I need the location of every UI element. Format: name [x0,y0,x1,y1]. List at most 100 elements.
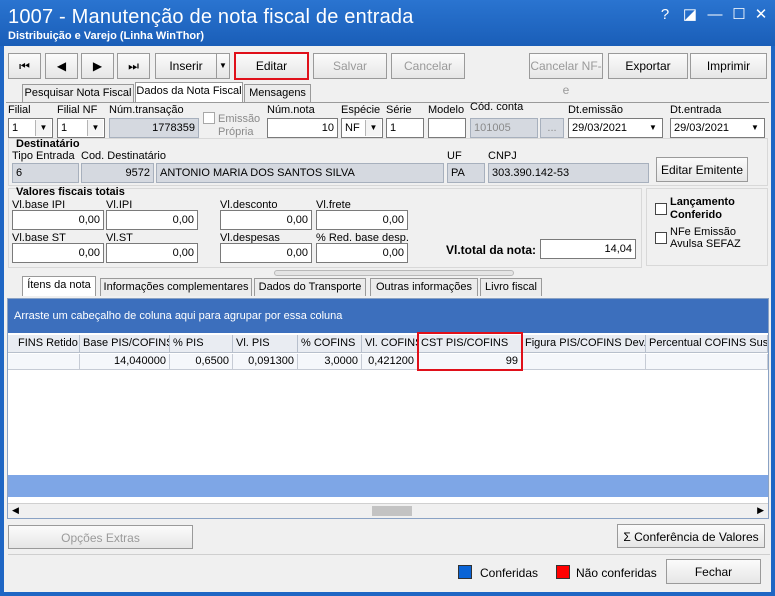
app-window: 1007 - Manutenção de nota fiscal de entr… [0,0,775,596]
tab-dados-nota[interactable]: Dados da Nota Fiscal [135,82,243,102]
cancelar-button[interactable]: Cancelar [391,53,465,79]
help-icon[interactable]: ? [655,6,675,24]
salvar-button[interactable]: Salvar [313,53,387,79]
table-cell[interactable]: 0,091300 [233,354,298,370]
num-nota-field[interactable]: 10 [267,118,338,138]
exportar-button[interactable]: Exportar [608,53,688,79]
conferencia-valores-button[interactable]: Σ Conferência de Valores [617,524,765,548]
dt-entrada-field[interactable]: 29/03/2021 ▼ [670,118,765,138]
column-header[interactable]: Base PIS/COFINS [80,335,170,353]
tab-mensagens[interactable]: Mensagens [244,84,311,102]
especie-value: NF [345,122,360,134]
red-base-desp-field[interactable]: 0,00 [316,243,408,263]
sigma-icon: Σ [623,530,635,544]
nfe-avulsa-checkbox[interactable] [655,232,667,244]
opcoes-extras-button[interactable]: Opções Extras [8,525,193,549]
dt-entrada-label: Dt.entrada [670,104,722,116]
nome-destinatario-field: ANTONIO MARIA DOS SANTOS SILVA [156,163,444,183]
column-header[interactable]: % PIS [170,335,233,353]
close-icon[interactable]: ✕ [751,6,771,24]
cod-destinatario-field: 9572 [81,163,154,183]
next-record-button[interactable]: ▶ [81,53,114,79]
tab-pesquisar[interactable]: Pesquisar Nota Fiscal [22,84,134,102]
especie-label: Espécie [341,104,381,116]
vl-ipi-field[interactable]: 0,00 [106,210,198,230]
inserir-button[interactable]: Inserir [155,53,217,79]
vl-base-ipi-field[interactable]: 0,00 [12,210,104,230]
horizontal-scrollbar[interactable]: ◀ ▶ [8,503,768,518]
footer-divider [8,554,770,555]
table-cell[interactable]: 14,040000 [80,354,170,370]
serie-label: Série [386,104,412,116]
column-header[interactable]: FINS Retido [8,335,80,353]
column-header[interactable]: Vl. PIS [233,335,298,353]
dt-entrada-value: 29/03/2021 [674,122,730,134]
cod-conta-lookup-button[interactable]: ... [540,118,564,138]
fechar-button[interactable]: Fechar [666,559,761,584]
column-header[interactable]: Percentual COFINS Suspe [646,335,768,353]
lancamento-label-1: Lançamento [670,196,735,208]
destinatario-title: Destinatário [16,138,80,150]
imprimir-button[interactable]: Imprimir [690,53,767,79]
tab-dados-transporte[interactable]: Dados do Transporte [254,278,366,296]
vl-st-field[interactable]: 0,00 [106,243,198,263]
modelo-field[interactable] [428,118,466,138]
table-cell[interactable]: 0,6500 [170,354,233,370]
nfe-label-1: NFe Emissão [670,226,737,238]
highlight-box [417,332,523,371]
chevron-down-icon: ▼ [365,120,381,136]
conferencia-label: Conferência de Valores [634,530,759,544]
tab-divider [6,102,769,103]
scroll-left-icon[interactable]: ◀ [12,505,19,516]
splitter-handle[interactable] [274,270,514,276]
title-bar: 1007 - Manutenção de nota fiscal de entr… [0,0,775,46]
table-cell[interactable]: 3,0000 [298,354,362,370]
restore-icon[interactable]: ◪ [680,6,700,24]
vl-total-label: Vl.total da nota: [446,243,536,257]
emissao-propria-checkbox[interactable] [203,112,215,124]
editar-emitente-button[interactable]: Editar Emitente [656,157,748,182]
column-header[interactable]: Vl. COFINS [362,335,418,353]
conferidas-swatch [458,565,472,579]
scroll-right-icon[interactable]: ▶ [757,505,764,516]
table-cell[interactable] [8,354,80,370]
uf-label: UF [447,150,462,162]
maximize-icon[interactable]: ☐ [729,6,749,24]
scroll-thumb[interactable] [372,506,412,516]
tab-livro-fiscal[interactable]: Livro fiscal [480,278,542,296]
client-area: ⏮ ◀ ▶ ⏭ Inserir ▼ Editar Salvar Cancelar… [4,46,771,592]
nao-conferidas-label: Não conferidas [576,566,657,580]
table-cell[interactable] [522,354,646,370]
table-cell[interactable] [646,354,768,370]
prev-record-button[interactable]: ◀ [45,53,78,79]
modelo-label: Modelo [428,104,465,116]
vl-base-st-field[interactable]: 0,00 [12,243,104,263]
tipo-entrada-field: 6 [12,163,79,183]
first-record-button[interactable]: ⏮ [8,53,41,79]
vl-desconto-field[interactable]: 0,00 [220,210,312,230]
tab-informacoes-complementares[interactable]: Informações complementares [100,278,252,296]
especie-select[interactable]: NF ▼ [341,118,383,138]
column-header[interactable]: % COFINS [298,335,362,353]
vl-total-field[interactable]: 14,04 [540,239,636,259]
table-cell[interactable]: 0,421200 [362,354,418,370]
uf-field: PA [447,163,485,183]
vl-despesas-field[interactable]: 0,00 [220,243,312,263]
minimize-icon[interactable]: — [705,6,725,24]
column-header[interactable]: Figura PIS/COFINS Dev. [522,335,646,353]
serie-field[interactable]: 1 [386,118,424,138]
last-record-button[interactable]: ⏭ [117,53,150,79]
editar-button[interactable]: Editar [234,52,309,80]
tab-outras-informacoes[interactable]: Outras informações [370,278,478,296]
filial-nf-select[interactable]: 1 ▼ [57,118,105,138]
footer-strip [8,475,768,497]
lancamento-conferido-checkbox[interactable] [655,203,667,215]
dt-emissao-label: Dt.emissão [568,104,624,116]
filial-select[interactable]: 1 ▼ [8,118,53,138]
vl-frete-field[interactable]: 0,00 [316,210,408,230]
chevron-down-icon: ▼ [35,120,51,136]
dt-emissao-field[interactable]: 29/03/2021 ▼ [568,118,663,138]
inserir-dropdown-icon[interactable]: ▼ [216,53,230,79]
cancelar-nfe-button[interactable]: Cancelar NF-e [529,53,603,97]
tab-itens-nota[interactable]: Ítens da nota [22,276,96,296]
